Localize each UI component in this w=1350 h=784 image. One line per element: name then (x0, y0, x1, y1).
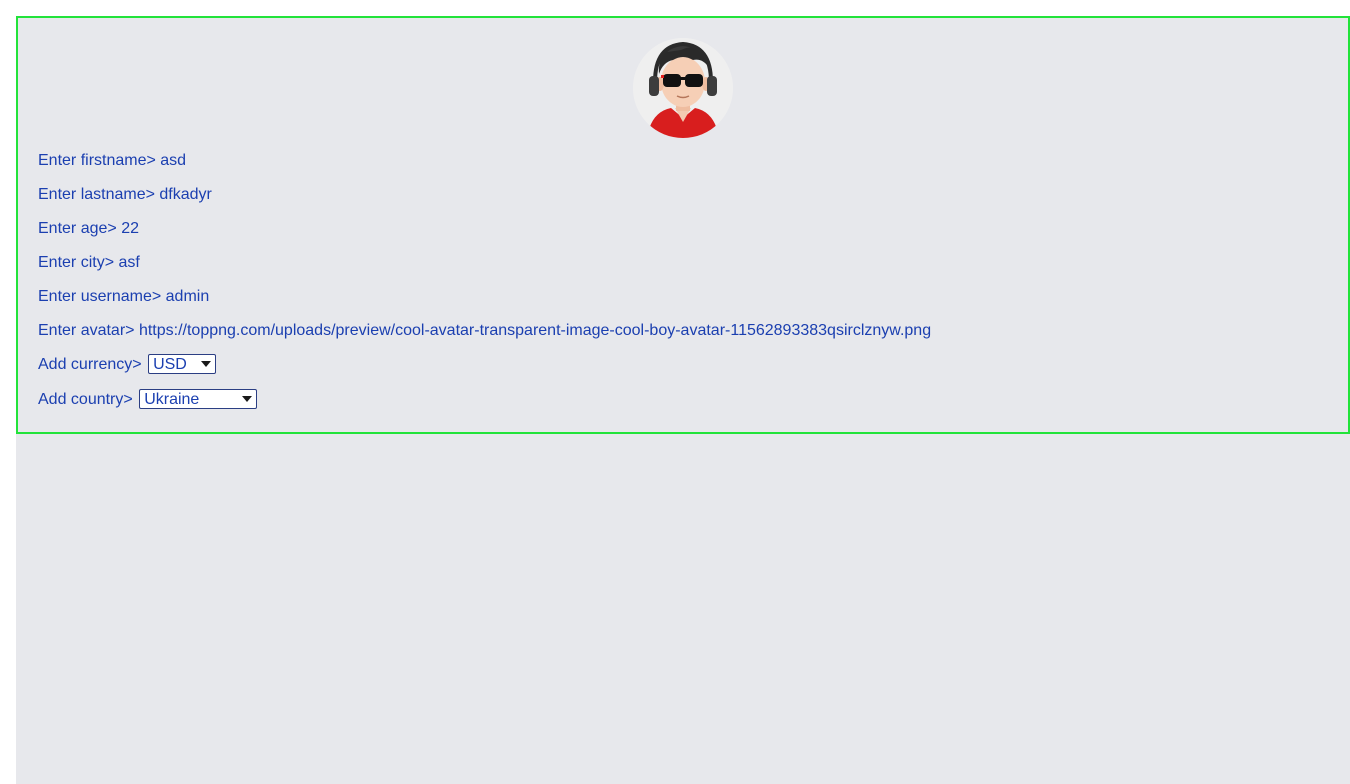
lastname-prompt: Enter lastname> (38, 186, 155, 203)
country-selected-value: Ukraine (144, 391, 200, 408)
lastname-value: dfkadyr (159, 186, 212, 203)
avatar (633, 38, 733, 138)
cool-boy-avatar-icon (633, 38, 733, 138)
city-prompt: Enter city> (38, 254, 115, 271)
avatar-url-row: Enter avatar> https://toppng.com/uploads… (38, 322, 931, 340)
age-prompt: Enter age> (38, 220, 117, 237)
firstname-value: asd (160, 152, 187, 169)
city-row: Enter city> asf (38, 254, 140, 272)
chevron-down-icon (201, 361, 212, 367)
firstname-prompt: Enter firstname> (38, 152, 156, 169)
avatar-url-value: https://toppng.com/uploads/preview/cool-… (138, 322, 932, 339)
avatar-prompt: Enter avatar> (38, 322, 135, 339)
currency-prompt: Add currency> (38, 356, 142, 374)
country-row: Add country> Ukraine (38, 389, 258, 409)
lastname-row: Enter lastname> dfkadyr (38, 186, 212, 204)
age-value: 22 (121, 220, 139, 237)
currency-selected-value: USD (153, 356, 187, 373)
username-value: admin (165, 288, 210, 305)
age-row: Enter age> 22 (38, 220, 139, 238)
username-prompt: Enter username> (38, 288, 162, 305)
currency-row: Add currency> USD (38, 354, 217, 374)
country-select[interactable]: Ukraine (139, 389, 258, 409)
firstname-row: Enter firstname> asd (38, 152, 186, 170)
country-prompt: Add country> (38, 391, 133, 409)
profile-card: Enter firstname> asd Enter lastname> dfk… (16, 16, 1350, 434)
username-row: Enter username> admin (38, 288, 209, 306)
chevron-down-icon (242, 396, 253, 402)
city-value: asf (118, 254, 140, 271)
currency-select[interactable]: USD (148, 354, 217, 374)
